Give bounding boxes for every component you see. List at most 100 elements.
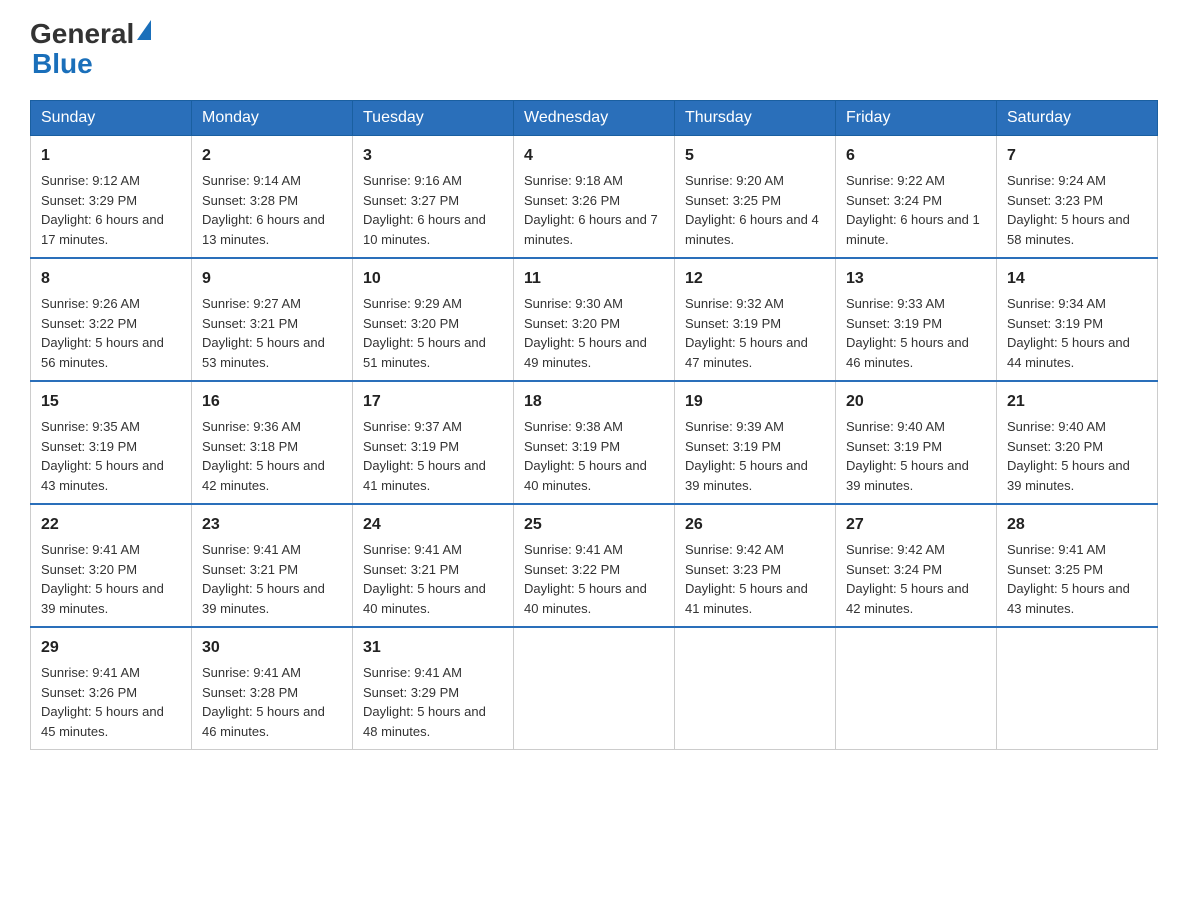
calendar-day-cell: 8 Sunrise: 9:26 AMSunset: 3:22 PMDayligh… [31,258,192,381]
day-info: Sunrise: 9:26 AMSunset: 3:22 PMDaylight:… [41,296,164,370]
calendar-day-cell: 3 Sunrise: 9:16 AMSunset: 3:27 PMDayligh… [353,136,514,259]
day-number: 17 [363,390,503,414]
day-info: Sunrise: 9:14 AMSunset: 3:28 PMDaylight:… [202,173,325,247]
day-number: 6 [846,144,986,168]
calendar-day-cell: 1 Sunrise: 9:12 AMSunset: 3:29 PMDayligh… [31,136,192,259]
day-number: 5 [685,144,825,168]
weekday-header-row: SundayMondayTuesdayWednesdayThursdayFrid… [31,101,1158,136]
weekday-header-tuesday: Tuesday [353,101,514,136]
calendar-week-row: 1 Sunrise: 9:12 AMSunset: 3:29 PMDayligh… [31,136,1158,259]
day-number: 10 [363,267,503,291]
page-header: General Blue [30,20,1158,80]
day-number: 2 [202,144,342,168]
day-info: Sunrise: 9:41 AMSunset: 3:21 PMDaylight:… [202,542,325,616]
day-info: Sunrise: 9:30 AMSunset: 3:20 PMDaylight:… [524,296,647,370]
calendar-day-cell: 16 Sunrise: 9:36 AMSunset: 3:18 PMDaylig… [192,381,353,504]
calendar-day-cell [997,627,1158,750]
calendar-day-cell: 20 Sunrise: 9:40 AMSunset: 3:19 PMDaylig… [836,381,997,504]
day-number: 13 [846,267,986,291]
day-number: 16 [202,390,342,414]
logo-triangle-icon [137,20,151,40]
logo-text-general: General [30,20,134,48]
day-number: 24 [363,513,503,537]
day-number: 28 [1007,513,1147,537]
day-number: 3 [363,144,503,168]
day-info: Sunrise: 9:39 AMSunset: 3:19 PMDaylight:… [685,419,808,493]
calendar-day-cell: 24 Sunrise: 9:41 AMSunset: 3:21 PMDaylig… [353,504,514,627]
day-number: 26 [685,513,825,537]
day-info: Sunrise: 9:18 AMSunset: 3:26 PMDaylight:… [524,173,658,247]
day-number: 27 [846,513,986,537]
day-number: 22 [41,513,181,537]
day-number: 12 [685,267,825,291]
calendar-table: SundayMondayTuesdayWednesdayThursdayFrid… [30,100,1158,750]
day-info: Sunrise: 9:41 AMSunset: 3:28 PMDaylight:… [202,665,325,739]
calendar-day-cell: 27 Sunrise: 9:42 AMSunset: 3:24 PMDaylig… [836,504,997,627]
calendar-day-cell: 2 Sunrise: 9:14 AMSunset: 3:28 PMDayligh… [192,136,353,259]
calendar-day-cell: 11 Sunrise: 9:30 AMSunset: 3:20 PMDaylig… [514,258,675,381]
calendar-day-cell: 22 Sunrise: 9:41 AMSunset: 3:20 PMDaylig… [31,504,192,627]
day-info: Sunrise: 9:41 AMSunset: 3:25 PMDaylight:… [1007,542,1130,616]
calendar-day-cell: 18 Sunrise: 9:38 AMSunset: 3:19 PMDaylig… [514,381,675,504]
calendar-day-cell: 26 Sunrise: 9:42 AMSunset: 3:23 PMDaylig… [675,504,836,627]
calendar-week-row: 8 Sunrise: 9:26 AMSunset: 3:22 PMDayligh… [31,258,1158,381]
calendar-day-cell: 17 Sunrise: 9:37 AMSunset: 3:19 PMDaylig… [353,381,514,504]
calendar-week-row: 15 Sunrise: 9:35 AMSunset: 3:19 PMDaylig… [31,381,1158,504]
day-number: 14 [1007,267,1147,291]
calendar-day-cell: 30 Sunrise: 9:41 AMSunset: 3:28 PMDaylig… [192,627,353,750]
calendar-day-cell: 19 Sunrise: 9:39 AMSunset: 3:19 PMDaylig… [675,381,836,504]
day-number: 11 [524,267,664,291]
day-info: Sunrise: 9:40 AMSunset: 3:19 PMDaylight:… [846,419,969,493]
day-number: 15 [41,390,181,414]
day-info: Sunrise: 9:36 AMSunset: 3:18 PMDaylight:… [202,419,325,493]
day-info: Sunrise: 9:20 AMSunset: 3:25 PMDaylight:… [685,173,819,247]
day-info: Sunrise: 9:34 AMSunset: 3:19 PMDaylight:… [1007,296,1130,370]
calendar-day-cell: 10 Sunrise: 9:29 AMSunset: 3:20 PMDaylig… [353,258,514,381]
day-info: Sunrise: 9:33 AMSunset: 3:19 PMDaylight:… [846,296,969,370]
weekday-header-wednesday: Wednesday [514,101,675,136]
calendar-day-cell: 31 Sunrise: 9:41 AMSunset: 3:29 PMDaylig… [353,627,514,750]
calendar-day-cell: 7 Sunrise: 9:24 AMSunset: 3:23 PMDayligh… [997,136,1158,259]
day-info: Sunrise: 9:41 AMSunset: 3:22 PMDaylight:… [524,542,647,616]
weekday-header-saturday: Saturday [997,101,1158,136]
day-info: Sunrise: 9:37 AMSunset: 3:19 PMDaylight:… [363,419,486,493]
day-info: Sunrise: 9:42 AMSunset: 3:24 PMDaylight:… [846,542,969,616]
day-number: 25 [524,513,664,537]
day-info: Sunrise: 9:16 AMSunset: 3:27 PMDaylight:… [363,173,486,247]
weekday-header-monday: Monday [192,101,353,136]
day-info: Sunrise: 9:22 AMSunset: 3:24 PMDaylight:… [846,173,980,247]
weekday-header-sunday: Sunday [31,101,192,136]
calendar-day-cell: 6 Sunrise: 9:22 AMSunset: 3:24 PMDayligh… [836,136,997,259]
day-number: 23 [202,513,342,537]
calendar-day-cell: 15 Sunrise: 9:35 AMSunset: 3:19 PMDaylig… [31,381,192,504]
calendar-week-row: 29 Sunrise: 9:41 AMSunset: 3:26 PMDaylig… [31,627,1158,750]
day-number: 19 [685,390,825,414]
day-number: 9 [202,267,342,291]
day-number: 1 [41,144,181,168]
calendar-day-cell [514,627,675,750]
day-number: 8 [41,267,181,291]
day-info: Sunrise: 9:27 AMSunset: 3:21 PMDaylight:… [202,296,325,370]
day-info: Sunrise: 9:32 AMSunset: 3:19 PMDaylight:… [685,296,808,370]
calendar-day-cell: 4 Sunrise: 9:18 AMSunset: 3:26 PMDayligh… [514,136,675,259]
logo-text-blue: Blue [32,48,93,80]
day-number: 4 [524,144,664,168]
calendar-day-cell: 25 Sunrise: 9:41 AMSunset: 3:22 PMDaylig… [514,504,675,627]
day-info: Sunrise: 9:42 AMSunset: 3:23 PMDaylight:… [685,542,808,616]
calendar-day-cell: 29 Sunrise: 9:41 AMSunset: 3:26 PMDaylig… [31,627,192,750]
calendar-day-cell: 12 Sunrise: 9:32 AMSunset: 3:19 PMDaylig… [675,258,836,381]
day-info: Sunrise: 9:41 AMSunset: 3:21 PMDaylight:… [363,542,486,616]
day-info: Sunrise: 9:24 AMSunset: 3:23 PMDaylight:… [1007,173,1130,247]
weekday-header-friday: Friday [836,101,997,136]
day-number: 20 [846,390,986,414]
calendar-day-cell: 21 Sunrise: 9:40 AMSunset: 3:20 PMDaylig… [997,381,1158,504]
day-info: Sunrise: 9:29 AMSunset: 3:20 PMDaylight:… [363,296,486,370]
day-number: 31 [363,636,503,660]
day-info: Sunrise: 9:41 AMSunset: 3:26 PMDaylight:… [41,665,164,739]
day-number: 29 [41,636,181,660]
day-info: Sunrise: 9:38 AMSunset: 3:19 PMDaylight:… [524,419,647,493]
calendar-day-cell: 5 Sunrise: 9:20 AMSunset: 3:25 PMDayligh… [675,136,836,259]
calendar-week-row: 22 Sunrise: 9:41 AMSunset: 3:20 PMDaylig… [31,504,1158,627]
day-info: Sunrise: 9:40 AMSunset: 3:20 PMDaylight:… [1007,419,1130,493]
day-info: Sunrise: 9:35 AMSunset: 3:19 PMDaylight:… [41,419,164,493]
